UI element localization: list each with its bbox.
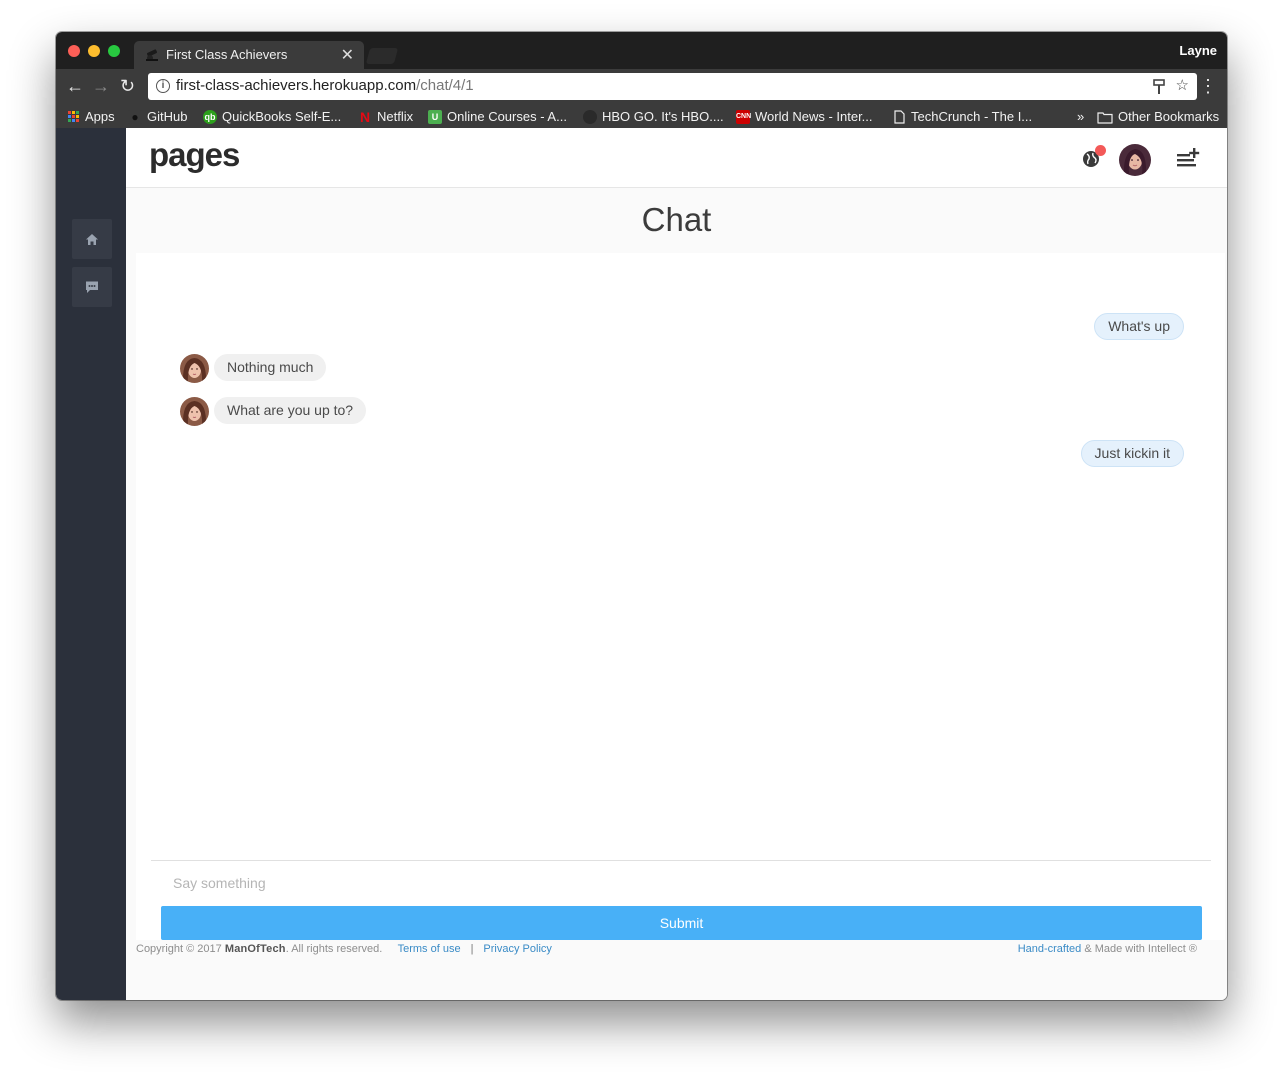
contact-avatar: [180, 397, 209, 426]
browser-toolbar: ← → ↻ i first-class-achievers.herokuapp.…: [56, 69, 1227, 105]
url-path: /chat/4/1: [416, 77, 474, 94]
cnn-icon: CNN: [736, 109, 751, 124]
bookmark-other-label: Other Bookmarks: [1118, 109, 1220, 124]
add-list-icon[interactable]: [1176, 148, 1200, 168]
bookmark-cnn-label: World News - Inter...: [755, 109, 873, 124]
handcrafted-link[interactable]: Hand-crafted: [1018, 943, 1082, 955]
footer-right: Hand-crafted & Made with Intellect ®: [1018, 943, 1197, 955]
bookmark-quickbooks[interactable]: qb QuickBooks Self-E...: [203, 109, 341, 124]
message-incoming: What are you up to?: [214, 397, 367, 424]
tab-title: First Class Achievers: [166, 47, 288, 62]
bookmark-apps[interactable]: Apps: [68, 109, 115, 124]
page-title-band: Chat: [126, 189, 1227, 253]
bookmark-netflix[interactable]: N Netflix: [358, 109, 413, 124]
site-info-icon[interactable]: i: [156, 79, 170, 93]
url-text[interactable]: first-class-achievers.herokuapp.com/chat…: [176, 77, 474, 94]
bookmark-techcrunch-label: TechCrunch - The I...: [911, 109, 1033, 124]
avatar-image: [180, 354, 209, 383]
made-with-text: & Made with Intellect ®: [1081, 943, 1197, 955]
apps-grid-icon: [68, 111, 79, 122]
submit-button[interactable]: Submit: [161, 906, 1202, 940]
bookmark-github[interactable]: ● GitHub: [128, 109, 187, 124]
profile-name[interactable]: Layne: [1179, 43, 1217, 58]
quickbooks-icon: qb: [203, 109, 217, 124]
maximize-window-button[interactable]: [108, 45, 120, 57]
bookmark-courses[interactable]: U Online Courses - A...: [428, 109, 567, 124]
github-icon: ●: [128, 109, 142, 124]
home-icon: [86, 233, 98, 245]
composer-divider: [151, 860, 1211, 861]
bookmark-star-icon[interactable]: ☆: [1176, 76, 1189, 94]
page-footer: Copyright © 2017 ManOfTech. All rights r…: [136, 940, 1227, 1000]
bookmarks-bar: Apps ● GitHub qb QuickBooks Self-E... N …: [56, 105, 1227, 128]
back-arrow-icon[interactable]: ←: [66, 75, 84, 97]
rights-text: . All rights reserved.: [285, 943, 383, 955]
message-incoming: Nothing much: [214, 354, 327, 381]
contact-avatar: [180, 354, 209, 383]
bookmark-apps-label: Apps: [85, 109, 115, 124]
folder-icon: [1097, 111, 1113, 124]
bookmark-cnn[interactable]: CNN World News - Inter...: [736, 109, 873, 124]
privacy-link[interactable]: Privacy Policy: [483, 943, 551, 955]
reload-icon[interactable]: ↻: [120, 75, 135, 97]
chat-panel: What's up Nothing much What are you up t…: [136, 253, 1225, 940]
message-input[interactable]: [161, 869, 1201, 897]
cannon-favicon-icon: [146, 49, 158, 61]
bookmark-netflix-label: Netflix: [377, 109, 414, 124]
terms-link[interactable]: Terms of use: [398, 943, 461, 955]
user-avatar[interactable]: [1119, 144, 1151, 176]
bookmarks-overflow-icon[interactable]: »: [1077, 109, 1084, 124]
footer-separator: |: [470, 943, 474, 955]
notifications-button[interactable]: [1082, 145, 1106, 168]
address-bar[interactable]: i first-class-achievers.herokuapp.com/ch…: [148, 73, 1197, 100]
url-host: first-class-achievers.herokuapp.com: [176, 77, 417, 94]
message-outgoing: What's up: [1094, 313, 1184, 340]
kebab-menu-icon[interactable]: ⋮: [1199, 76, 1217, 96]
bookmark-other[interactable]: Other Bookmarks: [1097, 109, 1219, 124]
close-window-button[interactable]: [68, 45, 80, 57]
message-outgoing: Just kickin it: [1080, 440, 1184, 467]
page-title: Chat: [641, 201, 712, 238]
pages-logo[interactable]: pages: [149, 136, 240, 174]
notification-badge: [1095, 145, 1106, 156]
minimize-window-button[interactable]: [88, 45, 100, 57]
page-icon: [894, 109, 905, 124]
bookmark-courses-label: Online Courses - A...: [447, 109, 567, 124]
bookmark-techcrunch[interactable]: TechCrunch - The I...: [892, 109, 1032, 124]
chat-icon: [86, 281, 98, 293]
new-tab-button[interactable]: [365, 48, 399, 64]
browser-tab[interactable]: First Class Achievers ✕: [134, 41, 364, 69]
title-bar: First Class Achievers ✕ Layne: [56, 32, 1227, 69]
bookmark-hbo[interactable]: HBO GO. It's HBO....: [583, 109, 724, 124]
avatar-image: [180, 397, 209, 426]
footer-left: Copyright © 2017 ManOfTech. All rights r…: [136, 943, 552, 955]
bookmark-quickbooks-label: QuickBooks Self-E...: [222, 109, 342, 124]
hbo-icon: [583, 109, 597, 124]
avatar-image: [1119, 144, 1151, 176]
netflix-icon: N: [359, 108, 371, 125]
forward-arrow-icon[interactable]: →: [92, 75, 110, 97]
tab-close-icon[interactable]: ✕: [341, 45, 354, 65]
copyright-text: Copyright © 2017: [136, 943, 222, 955]
sidebar: [56, 128, 126, 1000]
browser-window: First Class Achievers ✕ Layne ← → ↻ i fi…: [56, 32, 1227, 1000]
udemy-icon: U: [428, 109, 442, 124]
app-page: pages Chat What's up Nothing much What a…: [56, 128, 1227, 1000]
bookmark-hbo-label: HBO GO. It's HBO....: [602, 109, 724, 124]
bookmark-github-label: GitHub: [147, 109, 188, 124]
footer-brand: ManOfTech: [224, 943, 286, 955]
app-header: pages: [126, 128, 1227, 188]
sidebar-item-chat[interactable]: [72, 267, 112, 307]
paintbrush-icon[interactable]: [1153, 79, 1165, 95]
sidebar-item-home[interactable]: [72, 219, 112, 259]
